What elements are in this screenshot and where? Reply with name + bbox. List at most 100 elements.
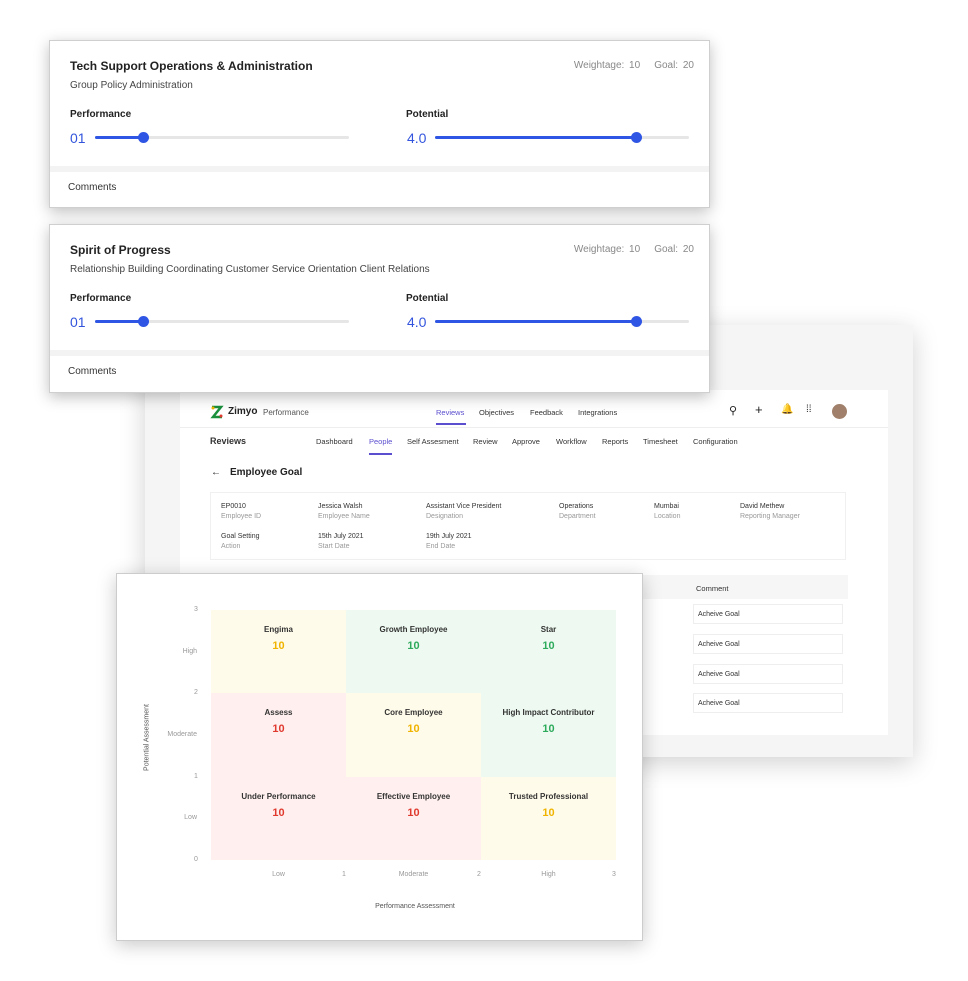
- y-tick: 1: [194, 772, 198, 780]
- potential-slider[interactable]: [435, 316, 689, 327]
- tab-active-indicator: [369, 453, 392, 455]
- plus-icon[interactable]: +: [755, 402, 763, 417]
- info-value: David Methew: [740, 503, 785, 510]
- cell-label: Effective Employee: [376, 791, 451, 801]
- matrix-cell[interactable]: Trusted Professional 10: [481, 776, 616, 860]
- matrix-cell[interactable]: Under Performance 10: [211, 776, 346, 860]
- cell-label: Engima: [264, 625, 293, 634]
- goal-target: Goal: 20: [654, 244, 694, 255]
- info-key: Employee Name: [318, 513, 370, 520]
- comment-column-header: Comment: [696, 584, 729, 593]
- tab-dashboard[interactable]: Dashboard: [316, 437, 353, 446]
- back-arrow-icon[interactable]: ←: [211, 467, 221, 478]
- cell-count: 10: [542, 806, 555, 819]
- nav-feedback[interactable]: Feedback: [530, 408, 563, 417]
- nav-reviews[interactable]: Reviews: [436, 408, 464, 417]
- slider-thumb[interactable]: [630, 316, 642, 327]
- nav-active-indicator: [436, 423, 466, 425]
- info-key: Employee ID: [221, 513, 262, 520]
- goal-title: Spirit of Progress: [70, 243, 171, 257]
- apps-grid-icon[interactable]: ⁞⁞: [806, 404, 812, 415]
- nav-objectives[interactable]: Objectives: [479, 408, 514, 417]
- y-axis-title: Potential Assessment: [143, 704, 151, 771]
- info-value: EP0010: [221, 503, 246, 510]
- matrix-cell[interactable]: Growth Employee 10: [346, 610, 481, 694]
- info-value: Assistant Vice President: [426, 503, 502, 510]
- slider-fill: [435, 320, 636, 323]
- tab-reports[interactable]: Reports: [602, 437, 628, 446]
- weightage: Weightage: 10: [573, 244, 641, 255]
- slider-fill: [435, 136, 636, 139]
- potential-label: Potential: [406, 109, 449, 120]
- goal-title: Tech Support Operations & Administration: [70, 59, 313, 73]
- avatar[interactable]: [832, 404, 847, 419]
- performance-label: Performance: [70, 293, 132, 304]
- divider: [50, 166, 709, 172]
- y-category-label: Low: [184, 814, 197, 822]
- slider-thumb[interactable]: [630, 132, 642, 143]
- comment-cell[interactable]: Acheive Goal: [693, 664, 843, 684]
- potential-value: 4.0: [407, 314, 427, 330]
- cell-count: 10: [272, 723, 285, 736]
- tab-people[interactable]: People: [369, 437, 392, 446]
- cell-label: Trusted Professional: [508, 791, 589, 801]
- info-key: Location: [654, 513, 681, 520]
- x-category-label: High: [541, 871, 556, 878]
- matrix-cell[interactable]: Effective Employee 10: [346, 776, 481, 860]
- nav-integrations[interactable]: Integrations: [578, 408, 617, 417]
- performance-slider[interactable]: [95, 316, 349, 327]
- cell-label: Star: [540, 625, 557, 634]
- divider: [180, 427, 888, 428]
- goal-meta: Weightage: 10 Goal: 20: [560, 244, 694, 255]
- nine-box-matrix: Engima 10 Growth Employee 10 Star 10 Assess 10 C…: [116, 573, 643, 941]
- comment-cell[interactable]: Acheive Goal: [693, 604, 843, 624]
- comment-cell[interactable]: Acheive Goal: [693, 634, 843, 654]
- cell-count: 10: [407, 640, 420, 652]
- comments-field[interactable]: Comments: [68, 182, 116, 193]
- tab-approve[interactable]: Approve: [512, 437, 540, 446]
- goal-card: Tech Support Operations & Administration…: [49, 40, 710, 208]
- slider-fill: [95, 320, 144, 323]
- product-name: Performance: [263, 408, 309, 417]
- tab-configuration[interactable]: Configuration: [693, 437, 738, 446]
- performance-label: Performance: [70, 109, 132, 120]
- y-category-label: Moderate: [167, 731, 197, 738]
- cell-label: Assess: [264, 708, 293, 718]
- performance-slider[interactable]: [95, 132, 349, 143]
- info-value: 15th July 2021: [318, 533, 364, 540]
- comments-field[interactable]: Comments: [68, 366, 116, 377]
- y-tick: 0: [194, 856, 198, 863]
- slider-thumb[interactable]: [138, 316, 150, 327]
- info-key: Designation: [426, 513, 463, 520]
- x-category-label: Low: [272, 871, 285, 878]
- info-key: Department: [559, 513, 596, 520]
- matrix-cell[interactable]: Star 10: [481, 610, 616, 694]
- matrix-cell[interactable]: Core Employee 10: [346, 693, 481, 777]
- cell-count: 10: [407, 806, 420, 819]
- weightage: Weightage: 10: [573, 60, 641, 71]
- tab-workflow[interactable]: Workflow: [556, 437, 587, 446]
- potential-label: Potential: [406, 293, 449, 304]
- zimyo-logo-icon: [210, 405, 224, 419]
- matrix-cell[interactable]: Engima 10: [211, 610, 346, 694]
- page-title: Employee Goal: [230, 467, 303, 478]
- cell-count: 10: [407, 723, 420, 736]
- tab-self-assesment[interactable]: Self Assesment: [407, 437, 459, 446]
- goal-card: Spirit of Progress Relationship Building…: [49, 224, 710, 393]
- slider-thumb[interactable]: [138, 132, 150, 143]
- cell-label: Growth Employee: [379, 625, 448, 634]
- x-axis-title: Performance Assessment: [375, 903, 455, 910]
- y-tick: 3: [194, 606, 198, 613]
- goal-subtitle: Relationship Building Coordinating Custo…: [70, 264, 430, 275]
- bell-icon[interactable]: 🔔: [781, 404, 793, 415]
- tab-timesheet[interactable]: Timesheet: [643, 437, 678, 446]
- matrix-cell[interactable]: Assess 10: [211, 693, 346, 777]
- employee-info-panel: EP0010 Employee ID Jessica Walsh Employee …: [210, 492, 846, 560]
- potential-slider[interactable]: [435, 132, 689, 143]
- search-icon[interactable]: ⚲: [729, 404, 737, 417]
- matrix-cell[interactable]: High Impact Contributor 10: [481, 693, 616, 777]
- info-key: Action: [221, 543, 241, 550]
- tab-review[interactable]: Review: [473, 437, 498, 446]
- slider-fill: [95, 136, 144, 139]
- comment-cell[interactable]: Acheive Goal: [693, 693, 843, 713]
